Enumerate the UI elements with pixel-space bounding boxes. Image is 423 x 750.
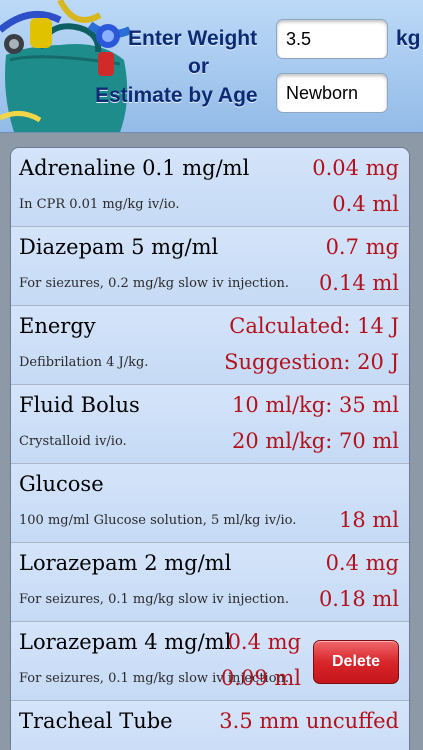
drug-row-adrenaline[interactable]: Adrenaline 0.1 mg/ml In CPR 0.01 mg/kg i…: [11, 148, 409, 227]
suggested-energy-value: Suggestion: 20 J: [224, 350, 399, 374]
drug-list: Adrenaline 0.1 mg/ml In CPR 0.01 mg/kg i…: [10, 147, 410, 750]
age-label: Estimate by Age: [95, 84, 258, 107]
or-label: or: [188, 55, 209, 78]
drug-row-glucose[interactable]: Glucose 100 mg/ml Glucose solution, 5 ml…: [11, 464, 409, 543]
drug-name: Diazepam 5 mg/ml: [19, 235, 219, 259]
drug-name: Tracheal Tube: [19, 709, 173, 733]
drug-name: Glucose: [19, 472, 104, 496]
drug-description: Defibrilation 4 J/kg.: [19, 355, 149, 370]
drug-name: Lorazepam 4 mg/ml: [19, 630, 232, 654]
drug-description: In CPR 0.01 mg/kg iv/io.: [19, 197, 180, 212]
drug-row-fluid-bolus[interactable]: Fluid Bolus Crystalloid iv/io. 10 ml/kg:…: [11, 385, 409, 464]
calculated-energy-value: Calculated: 14 J: [229, 314, 399, 338]
drug-description: Crystalloid iv/io.: [19, 434, 127, 449]
dose-value: 0.04 mg: [312, 156, 399, 180]
drug-name: Fluid Bolus: [19, 393, 140, 417]
drug-description: For siezures, 0.2 mg/kg slow iv injectio…: [19, 276, 290, 291]
drug-row-tracheal-tube[interactable]: Tracheal Tube 3.5 mm uncuffed: [11, 701, 409, 750]
weight-label: Enter Weight: [128, 27, 258, 50]
volume-value: 0.4 ml: [332, 192, 399, 216]
weight-input[interactable]: [276, 19, 388, 59]
tube-size-value: 3.5 mm uncuffed: [219, 709, 399, 733]
volume-value: 0.14 ml: [318, 271, 399, 295]
drug-row-diazepam[interactable]: Diazepam 5 mg/ml For siezures, 0.2 mg/kg…: [11, 227, 409, 306]
weight-unit-label: kg: [396, 27, 421, 50]
bolus-20-value: 20 ml/kg: 70 ml: [231, 429, 399, 453]
age-input[interactable]: [276, 73, 388, 113]
drug-row-energy[interactable]: Energy Defibrilation 4 J/kg. Calculated:…: [11, 306, 409, 385]
drug-name: Adrenaline 0.1 mg/ml: [19, 156, 250, 180]
dose-value: 0.7 mg: [325, 235, 399, 259]
medical-bag-icon: [0, 0, 132, 132]
drug-row-lorazepam-4[interactable]: Lorazepam 4 mg/ml For seizures, 0.1 mg/k…: [11, 622, 409, 701]
dose-value: 0.4 mg: [227, 630, 301, 654]
drug-description: For seizures, 0.1 mg/kg slow iv injectio…: [19, 592, 290, 607]
drug-row-lorazepam-2[interactable]: Lorazepam 2 mg/ml For seizures, 0.1 mg/k…: [11, 543, 409, 622]
drug-name: Energy: [19, 314, 96, 338]
delete-button[interactable]: Delete: [313, 640, 399, 684]
header: Enter Weight kg or Estimate by Age: [0, 0, 423, 133]
drug-description: 100 mg/ml Glucose solution, 5 ml/kg iv/i…: [19, 513, 297, 528]
drug-name: Lorazepam 2 mg/ml: [19, 551, 232, 575]
dose-value: 0.4 mg: [325, 551, 399, 575]
volume-value: 0.18 ml: [318, 587, 399, 611]
volume-value: 18 ml: [338, 508, 399, 532]
bolus-10-value: 10 ml/kg: 35 ml: [231, 393, 399, 417]
volume-value: 0.09 ml: [220, 666, 301, 690]
